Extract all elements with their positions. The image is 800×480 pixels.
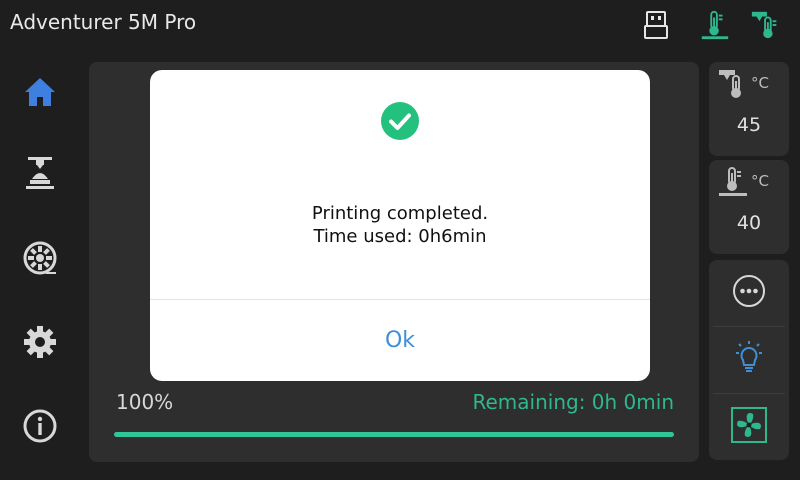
- dialog-message-line2: Time used: 0h6min: [313, 226, 487, 247]
- dialog-message: Printing completed. Time used: 0h6min: [150, 202, 650, 248]
- modal-overlay: Printing completed. Time used: 0h6min Ok: [0, 0, 800, 480]
- success-check-icon: [380, 101, 420, 141]
- print-complete-dialog: Printing completed. Time used: 0h6min Ok: [150, 70, 650, 381]
- ok-button[interactable]: Ok: [150, 300, 650, 381]
- dialog-message-line1: Printing completed.: [311, 203, 489, 224]
